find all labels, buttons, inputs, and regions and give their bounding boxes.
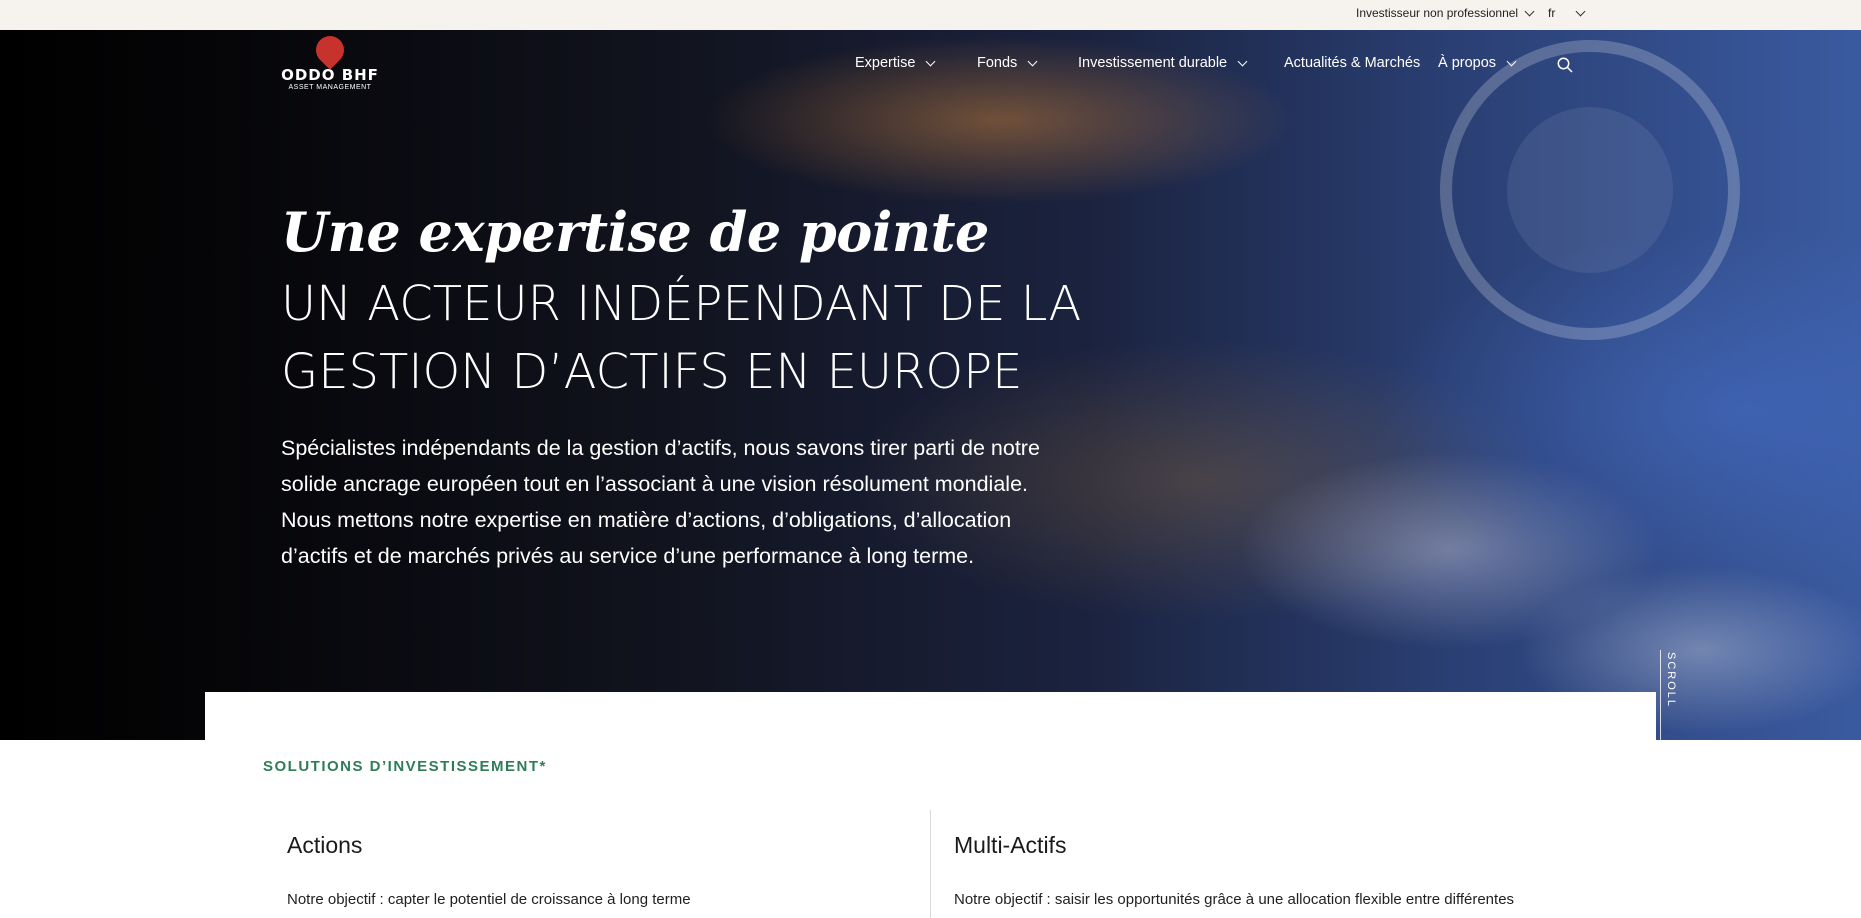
solution-title-actions[interactable]: Actions <box>287 832 362 859</box>
hero-description: Spécialistes indépendants de la gestion … <box>281 436 1040 568</box>
nav-item-investissement-durable[interactable]: Investissement durable <box>1078 55 1248 71</box>
logo[interactable]: ODDO BHF ASSET MANAGEMENT <box>280 30 380 91</box>
logo-mark <box>310 30 350 70</box>
hero-title: UN ACTEUR INDÉPENDANT DE LA GESTION D’AC… <box>281 270 1181 406</box>
nav-item-actualites-marches[interactable]: Actualités & Marchés <box>1284 55 1420 71</box>
language-label: fr <box>1548 6 1556 20</box>
nav-item-expertise[interactable]: Expertise <box>855 55 936 71</box>
logo-subtitle: ASSET MANAGEMENT <box>288 84 372 91</box>
hero-title-line-2: GESTION D’ACTIFS EN EUROPE <box>281 344 1023 400</box>
column-divider <box>930 810 931 918</box>
nav-item-label: Actualités & Marchés <box>1284 55 1421 71</box>
nav-item-label: Investissement durable <box>1078 55 1228 71</box>
chevron-down-icon <box>1524 6 1535 16</box>
nav-item-label: Fonds <box>977 55 1018 71</box>
investor-profile-label: Investisseur non professionnel <box>1356 6 1519 20</box>
chevron-down-icon <box>1575 6 1586 16</box>
scroll-label[interactable]: SCROLL <box>1665 652 1677 708</box>
solution-title-multi-actifs[interactable]: Multi-Actifs <box>954 832 1066 859</box>
hero-tagline: Une expertise de pointe <box>281 200 989 264</box>
solution-text-actions: Notre objectif : capter le potentiel de … <box>287 891 691 908</box>
scroll-indicator-line <box>1660 650 1661 740</box>
chevron-down-icon <box>1237 56 1248 66</box>
chevron-down-icon <box>926 56 936 66</box>
chevron-down-icon <box>1506 56 1517 66</box>
investment-solutions-card: SOLUTIONS D’INVESTISSEMENT* Actions Notr… <box>205 692 1656 918</box>
nav-item-label: Expertise <box>855 55 916 71</box>
hero-title-line-1: UN ACTEUR INDÉPENDANT DE LA <box>281 276 1082 332</box>
solution-text-multi-actifs: Notre objectif : saisir les opportunités… <box>954 891 1515 908</box>
nav-item-label: À propos <box>1438 55 1497 71</box>
utility-bar: Investisseur non professionnel fr <box>0 0 1861 30</box>
language-selector[interactable]: fr <box>1548 6 1586 20</box>
nav-item-a-propos[interactable]: À propos <box>1438 55 1517 71</box>
section-kicker: SOLUTIONS D’INVESTISSEMENT* <box>263 758 547 775</box>
investor-profile-selector[interactable]: Investisseur non professionnel <box>1356 6 1535 20</box>
search-icon[interactable] <box>1557 57 1573 73</box>
chevron-down-icon <box>1027 56 1038 66</box>
nav-item-fonds[interactable]: Fonds <box>977 55 1038 71</box>
decorative-circle <box>1507 107 1673 273</box>
